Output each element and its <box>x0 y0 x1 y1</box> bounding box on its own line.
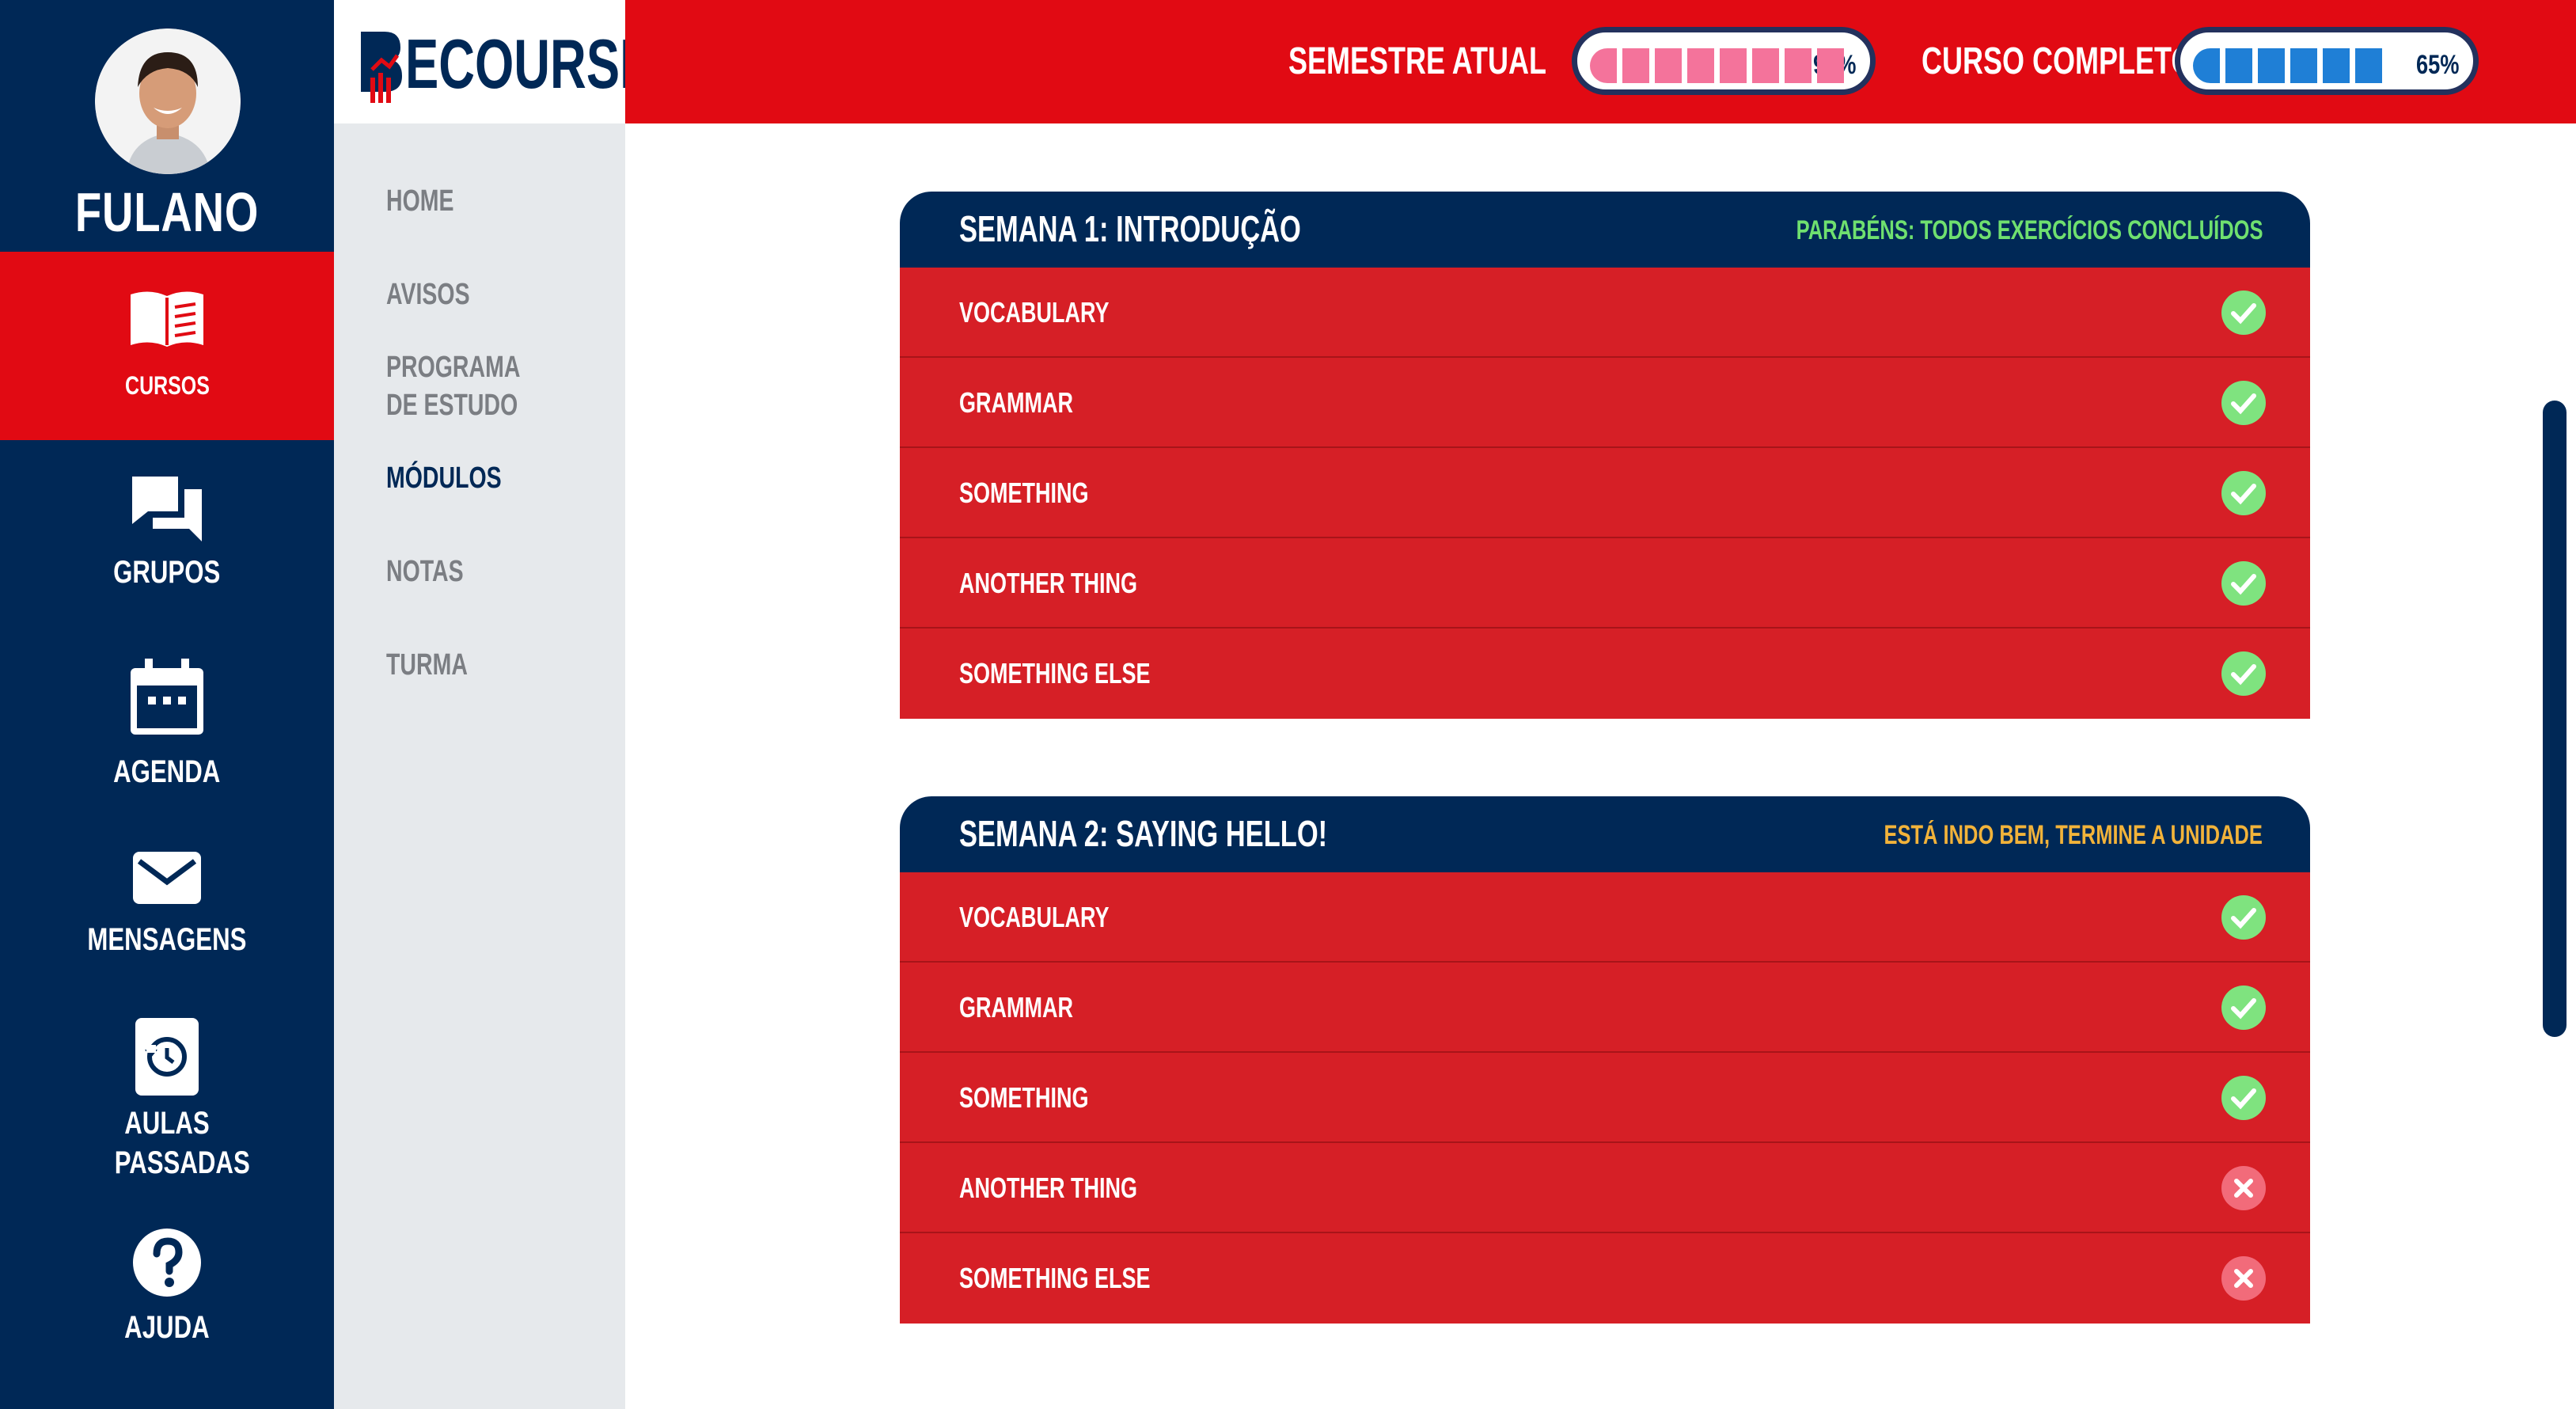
progress-segment <box>2290 48 2317 83</box>
progress-segment <box>2258 48 2285 83</box>
course-subnav: HOME AVISOS PROGRAMA DE ESTUDO MÓDULOS N… <box>334 123 625 1409</box>
nav-label-ajuda: AJUDA <box>124 1310 210 1345</box>
subnav-home[interactable]: HOME <box>386 182 588 220</box>
avatar[interactable] <box>95 28 241 174</box>
progress-segment <box>2193 48 2220 83</box>
check-icon <box>2221 561 2266 606</box>
nav-item-mensagens[interactable]: MENSAGENS <box>0 850 334 959</box>
progress-segment <box>1817 48 1844 83</box>
nav-item-aulas-passadas[interactable]: AULAS PASSADAS <box>0 1016 334 1190</box>
progress-segment <box>2355 48 2382 83</box>
exercise-row[interactable]: SOMETHING ELSE <box>900 1233 2310 1324</box>
check-icon <box>2221 651 2266 696</box>
cross-icon <box>2221 1166 2266 1210</box>
week-status-message: PARABÉNS: TODOS EXERCÍCIOS CONCLUÍDOS <box>1796 215 2263 245</box>
chat-icon <box>132 477 202 541</box>
progress-segment <box>2323 48 2350 83</box>
week-card: SEMANA 2: SAYING HELLO! ESTÁ INDO BEM, T… <box>900 796 2310 1324</box>
subnav-modulos[interactable]: MÓDULOS <box>386 459 588 497</box>
calendar-icon <box>131 659 203 735</box>
exercise-label: ANOTHER THING <box>959 1172 1137 1204</box>
exercise-label: SOMETHING <box>959 1081 1089 1114</box>
exercise-row[interactable]: SOMETHING <box>900 448 2310 538</box>
progress-segment <box>1720 48 1747 83</box>
check-icon <box>2221 895 2266 940</box>
progress-segment <box>2225 48 2252 83</box>
exercise-label: VOCABULARY <box>959 296 1110 329</box>
week-header[interactable]: SEMANA 1: INTRODUÇÃO PARABÉNS: TODOS EXE… <box>900 192 2310 268</box>
check-icon <box>2221 986 2266 1030</box>
scrollbar[interactable] <box>2543 401 2567 1037</box>
user-name: FULANO <box>74 181 260 243</box>
exercise-row[interactable]: SOMETHING <box>900 1053 2310 1143</box>
week-header[interactable]: SEMANA 2: SAYING HELLO! ESTÁ INDO BEM, T… <box>900 796 2310 872</box>
subnav-avisos[interactable]: AVISOS <box>386 275 588 313</box>
progress-segment <box>1752 48 1779 83</box>
history-icon <box>135 1018 199 1096</box>
logo-mark-icon <box>361 32 402 103</box>
course-progress-label: CURSO COMPLETO <box>1922 40 2194 82</box>
help-icon <box>133 1229 201 1297</box>
week-card: SEMANA 1: INTRODUÇÃO PARABÉNS: TODOS EXE… <box>900 192 2310 719</box>
nav-label-mensagens: MENSAGENS <box>87 922 247 957</box>
exercise-row[interactable]: GRAMMAR <box>900 963 2310 1053</box>
check-icon <box>2221 381 2266 425</box>
week-status-message: ESTÁ INDO BEM, TERMINE A UNIDADE <box>1884 820 2263 850</box>
course-progress-percent: 65% <box>2416 50 2460 80</box>
exercise-label: SOMETHING ELSE <box>959 1262 1151 1294</box>
check-icon <box>2221 471 2266 515</box>
subnav-notas[interactable]: NOTAS <box>386 553 588 591</box>
nav-item-cursos[interactable]: CURSOS <box>0 252 334 440</box>
nav-label-cursos: CURSOS <box>124 371 210 400</box>
week-title: SEMANA 1: INTRODUÇÃO <box>959 208 1301 249</box>
exercise-label: ANOTHER THING <box>959 567 1137 599</box>
top-bar: SEMESTRE ATUAL 90% CURSO COMPLETO 65% <box>625 0 2576 123</box>
exercise-label: SOMETHING <box>959 477 1089 509</box>
week-title: SEMANA 2: SAYING HELLO! <box>959 813 1328 854</box>
nav-item-grupos[interactable]: GRUPOS <box>0 473 334 592</box>
progress-segment <box>1785 48 1812 83</box>
nav-label-aulas-passadas: AULAS PASSADAS <box>114 1106 250 1180</box>
progress-segment <box>1655 48 1682 83</box>
subnav-programa-de-estudo[interactable]: PROGRAMA DE ESTUDO <box>386 348 541 424</box>
exercise-row[interactable]: ANOTHER THING <box>900 1143 2310 1233</box>
exercise-label: GRAMMAR <box>959 991 1073 1024</box>
exercise-row[interactable]: VOCABULARY <box>900 268 2310 358</box>
semester-progress-label: SEMESTRE ATUAL <box>1288 40 1547 82</box>
main-sidebar: FULANO CURSOS GRUPOS AGENDA MENSAGENS AU… <box>0 0 334 1409</box>
progress-segment <box>1687 48 1714 83</box>
course-progress-bar: 65% <box>2175 27 2479 95</box>
check-icon <box>2221 1076 2266 1120</box>
user-avatar-image <box>95 28 241 174</box>
exercise-row[interactable]: GRAMMAR <box>900 358 2310 448</box>
subnav-turma[interactable]: TURMA <box>386 646 588 684</box>
book-icon <box>131 291 203 347</box>
progress-segment <box>1590 48 1617 83</box>
check-icon <box>2221 291 2266 335</box>
exercise-row[interactable]: ANOTHER THING <box>900 538 2310 629</box>
progress-segment <box>1622 48 1649 83</box>
mail-icon <box>133 852 201 904</box>
nav-item-ajuda[interactable]: AJUDA <box>0 1227 334 1347</box>
brand-logo[interactable]: ECOURSE <box>334 0 653 123</box>
exercise-row[interactable]: VOCABULARY <box>900 872 2310 963</box>
exercise-label: SOMETHING ELSE <box>959 657 1151 689</box>
exercise-label: VOCABULARY <box>959 901 1110 933</box>
cross-icon <box>2221 1256 2266 1301</box>
exercise-label: GRAMMAR <box>959 386 1073 419</box>
semester-progress-bar: 90% <box>1572 27 1876 95</box>
exercise-row[interactable]: SOMETHING ELSE <box>900 629 2310 719</box>
brand-name: ECOURSE <box>405 25 654 103</box>
nav-label-grupos: GRUPOS <box>113 555 221 590</box>
nav-label-agenda: AGENDA <box>113 754 221 789</box>
nav-item-agenda[interactable]: AGENDA <box>0 657 334 792</box>
